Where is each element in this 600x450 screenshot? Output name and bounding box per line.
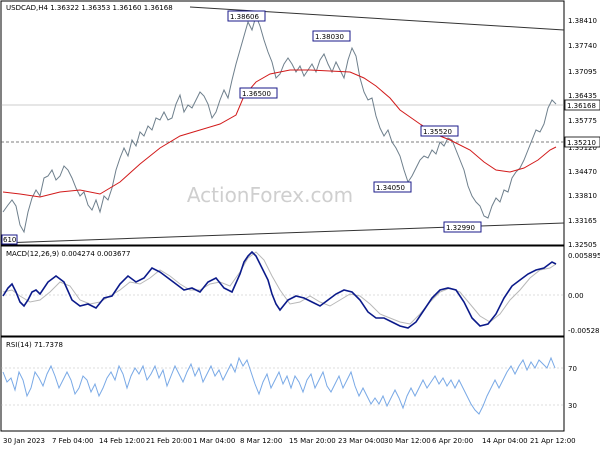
x-tick: 15 Mar 20:00 <box>289 437 336 445</box>
x-tick: 21 Apr 12:00 <box>530 437 576 445</box>
x-tick: 1 Mar 04:00 <box>193 437 235 445</box>
level-price-label: 1.35210 <box>567 139 596 147</box>
y-tick: 1.36435 <box>568 92 597 100</box>
x-tick: 30 Jan 2023 <box>3 437 45 445</box>
x-tick: 6 Apr 20:00 <box>432 437 473 445</box>
x-tick: 30 Mar 12:00 <box>384 437 431 445</box>
rsi-y-tick: 30 <box>568 402 577 410</box>
annotation-label: 1.32990 <box>446 224 475 232</box>
moving-average <box>2 69 557 198</box>
annotation-label: 1.38030 <box>315 33 344 41</box>
chart-canvas: ActionForex.com USDCAD,H4 1.36322 1.3635… <box>0 0 600 445</box>
y-tick: 1.37095 <box>568 68 597 76</box>
x-tick: 8 Mar 12:00 <box>240 437 282 445</box>
x-axis: 30 Jan 2023 7 Feb 04:00 14 Feb 12:00 21 … <box>3 437 576 445</box>
x-tick: 14 Apr 04:00 <box>482 437 528 445</box>
annotation-label: 1.35520 <box>423 128 452 136</box>
y-tick: 1.38410 <box>568 17 597 25</box>
macd-panel-title: MACD(12,26,9) 0.004274 0.003677 <box>6 250 130 258</box>
y-tick: 1.35775 <box>568 117 597 125</box>
x-tick: 23 Mar 04:00 <box>338 437 385 445</box>
annotation-label: 1.34050 <box>376 184 405 192</box>
annotation-label: 1.36500 <box>242 90 271 98</box>
rsi-panel-title: RSI(14) 71.7378 <box>6 341 63 349</box>
macd-signal-line <box>2 251 557 325</box>
y-tick: 1.37740 <box>568 42 597 50</box>
rsi-line <box>2 356 556 415</box>
macd-y-tick: -0.005286 <box>568 327 600 335</box>
rsi-y-tick: 70 <box>568 365 577 373</box>
price-panel-title: USDCAD,H4 1.36322 1.36353 1.36160 1.3616… <box>6 4 173 12</box>
x-tick: 21 Feb 20:00 <box>146 437 192 445</box>
macd-y-tick: 0.00 <box>568 292 584 300</box>
y-tick: 1.34470 <box>568 168 597 176</box>
macd-y-tick: 0.005895 <box>568 252 600 260</box>
y-tick: 1.33165 <box>568 217 597 225</box>
annotation-label: 610 <box>3 236 16 244</box>
x-tick: 7 Feb 04:00 <box>52 437 93 445</box>
price-y-axis: 1.38410 1.37740 1.37095 1.36435 1.35775 … <box>568 17 597 249</box>
current-price-label: 1.36168 <box>567 102 596 110</box>
y-tick: 1.32505 <box>568 241 597 249</box>
macd-panel-frame <box>0 245 565 337</box>
x-tick: 14 Feb 12:00 <box>99 437 145 445</box>
price-panel-frame <box>0 0 565 246</box>
annotation-label: 1.38606 <box>230 13 259 21</box>
watermark: ActionForex.com <box>187 183 353 207</box>
y-tick: 1.33810 <box>568 192 597 200</box>
